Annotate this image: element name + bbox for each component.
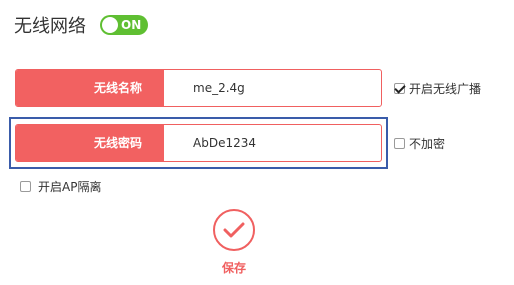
ssid-field: 无线名称 bbox=[15, 69, 382, 107]
password-field: 无线密码 bbox=[15, 124, 382, 162]
ap-isolation-label: 开启AP隔离 bbox=[38, 180, 102, 194]
broadcast-checkbox[interactable] bbox=[394, 83, 405, 94]
no-encrypt-checkbox[interactable] bbox=[394, 138, 405, 149]
password-label: 无线密码 bbox=[16, 125, 164, 161]
ssid-label: 无线名称 bbox=[16, 70, 164, 106]
save-button[interactable] bbox=[213, 209, 255, 251]
wireless-settings-page: 无线网络 ON 无线名称 开启无线广播 无线密码 不加密 开启AP隔离 保存 bbox=[0, 0, 514, 285]
toggle-knob bbox=[102, 17, 118, 33]
ssid-input[interactable] bbox=[164, 70, 381, 106]
ap-isolation-checkbox[interactable] bbox=[20, 181, 31, 192]
toggle-state-label: ON bbox=[121, 18, 142, 32]
password-input[interactable] bbox=[164, 125, 381, 161]
wireless-toggle[interactable]: ON bbox=[100, 15, 148, 35]
no-encrypt-label: 不加密 bbox=[409, 137, 446, 151]
checkmark-icon bbox=[223, 222, 245, 238]
broadcast-label: 开启无线广播 bbox=[409, 82, 482, 96]
page-title: 无线网络 bbox=[14, 16, 86, 37]
save-label[interactable]: 保存 bbox=[214, 260, 254, 276]
